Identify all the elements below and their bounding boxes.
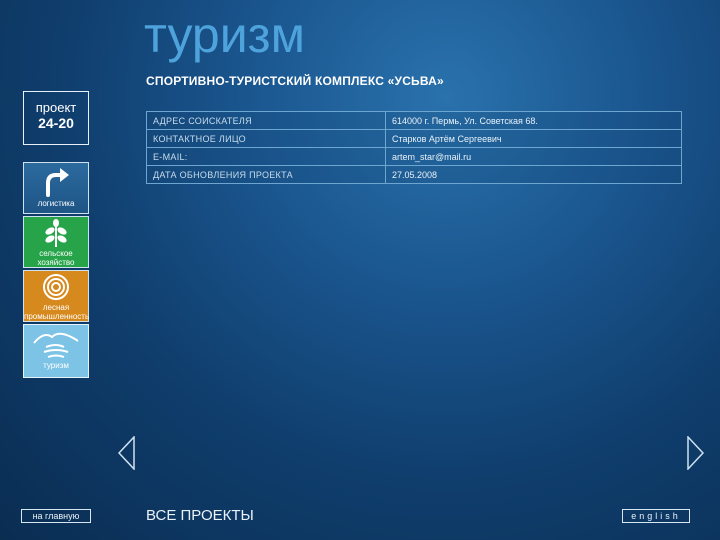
category-agriculture[interactable]: сельское хозяйство (23, 216, 89, 268)
info-key: АДРЕС СОИСКАТЕЛЯ (146, 111, 386, 130)
info-value: 614000 г. Пермь, Ул. Советская 68. (385, 111, 682, 130)
category-forestry[interactable]: лесная промышленность (23, 270, 89, 322)
sprout-icon (45, 219, 67, 247)
table-row: КОНТАКТНОЕ ЛИЦО Старков Артём Сергеевич (146, 129, 682, 148)
table-row: E-MAIL: artem_star@mail.ru (146, 147, 682, 166)
mountains-water-icon (33, 332, 79, 358)
category-label: туризм (43, 361, 69, 370)
badge-label: проект (35, 100, 77, 115)
info-key: ДАТА ОБНОВЛЕНИЯ ПРОЕКТА (146, 165, 386, 184)
category-tourism[interactable]: туризм (23, 324, 89, 378)
next-arrow-icon[interactable] (686, 436, 704, 470)
project-info-table: АДРЕС СОИСКАТЕЛЯ 614000 г. Пермь, Ул. Со… (146, 111, 682, 184)
home-button[interactable]: на главную (21, 509, 91, 523)
info-value[interactable]: artem_star@mail.ru (385, 147, 682, 166)
all-projects-link[interactable]: ВСЕ ПРОЕКТЫ (146, 507, 254, 524)
page-title: туризм (144, 7, 305, 63)
project-name: СПОРТИВНО-ТУРИСТСКИЙ КОМПЛЕКС «УСЬВА» (146, 74, 444, 88)
badge-number: 24-20 (38, 115, 74, 131)
info-key: КОНТАКТНОЕ ЛИЦО (146, 129, 386, 148)
tree-rings-icon (43, 274, 69, 300)
table-row: ДАТА ОБНОВЛЕНИЯ ПРОЕКТА 27.05.2008 (146, 165, 682, 184)
info-key: E-MAIL: (146, 147, 386, 166)
category-label: логистика (37, 199, 75, 208)
table-row: АДРЕС СОИСКАТЕЛЯ 614000 г. Пермь, Ул. Со… (146, 111, 682, 130)
info-value: Старков Артём Сергеевич (385, 129, 682, 148)
category-label: сельское хозяйство (37, 249, 75, 267)
english-language-button[interactable]: english (622, 509, 690, 523)
info-value: 27.05.2008 (385, 165, 682, 184)
arrow-turn-icon (46, 168, 69, 197)
category-label: лесная промышленность (24, 303, 90, 321)
category-logistics[interactable]: логистика (23, 162, 89, 214)
prev-arrow-icon[interactable] (118, 436, 136, 470)
project-badge: проект 24-20 (23, 91, 89, 145)
